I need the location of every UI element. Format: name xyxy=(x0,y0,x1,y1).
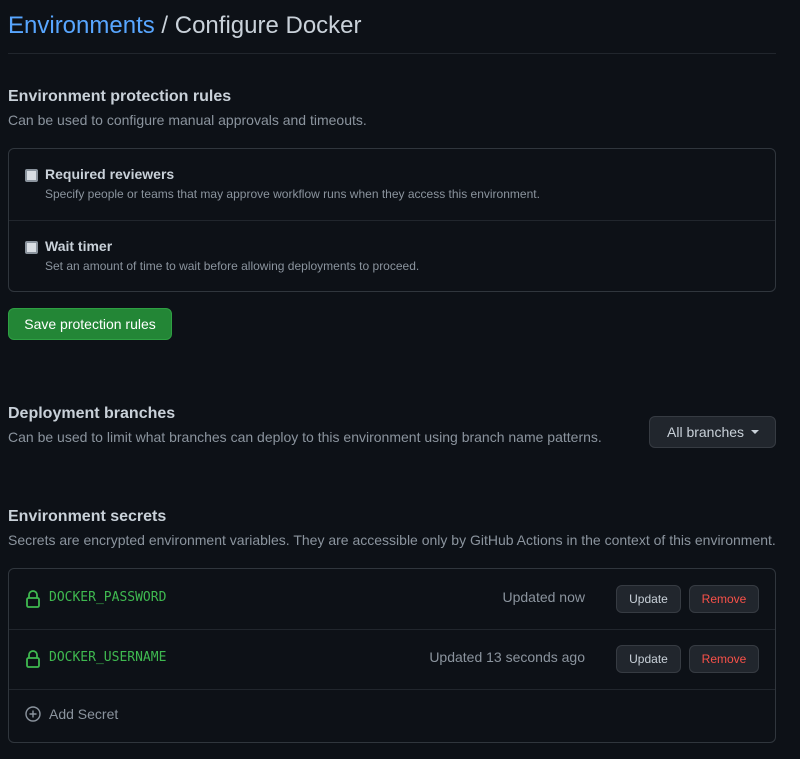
plus-circle-icon xyxy=(25,706,41,722)
add-secret-label: Add Secret xyxy=(49,706,119,722)
protection-rules-box: Required reviewers Specify people or tea… xyxy=(8,148,776,292)
deployment-branches-selected: All branches xyxy=(667,424,745,440)
environment-secrets-description: Secrets are encrypted environment variab… xyxy=(8,532,776,548)
secrets-list: DOCKER_PASSWORD Updated now Update Remov… xyxy=(8,568,776,743)
breadcrumb: Environments / Configure Docker xyxy=(8,10,362,42)
update-secret-button[interactable]: Update xyxy=(616,585,681,613)
page-title: Configure Docker xyxy=(174,12,362,39)
rule-required-reviewers: Required reviewers Specify people or tea… xyxy=(9,149,775,220)
required-reviewers-checkbox[interactable] xyxy=(25,169,38,182)
remove-secret-button[interactable]: Remove xyxy=(689,645,759,673)
deployment-branches-dropdown[interactable]: All branches xyxy=(649,416,776,448)
deployment-branches-heading: Deployment branches xyxy=(8,405,176,422)
configure-environment-page: Environments / Configure Docker Environm… xyxy=(0,0,800,759)
secret-row: DOCKER_USERNAME Updated 13 seconds ago U… xyxy=(9,629,775,690)
protection-rules-heading: Environment protection rules xyxy=(8,88,232,105)
protection-rules-description: Can be used to configure manual approval… xyxy=(8,112,367,128)
breadcrumb-environments-link[interactable]: Environments xyxy=(8,12,155,39)
secret-name: DOCKER_PASSWORD xyxy=(49,590,167,605)
lock-icon xyxy=(26,590,40,608)
breadcrumb-separator: / xyxy=(154,12,175,39)
remove-secret-button[interactable]: Remove xyxy=(689,585,759,613)
required-reviewers-label[interactable]: Required reviewers xyxy=(45,166,174,182)
header-divider xyxy=(8,53,776,54)
triangle-down-icon xyxy=(751,430,759,434)
rule-wait-timer: Wait timer Set an amount of time to wait… xyxy=(9,220,775,292)
secret-name: DOCKER_USERNAME xyxy=(49,650,167,665)
wait-timer-label[interactable]: Wait timer xyxy=(45,238,112,254)
secret-updated-time: Updated now xyxy=(502,589,585,605)
environment-secrets-heading: Environment secrets xyxy=(8,508,167,525)
deployment-branches-description: Can be used to limit what branches can d… xyxy=(8,429,602,445)
update-secret-button[interactable]: Update xyxy=(616,645,681,673)
required-reviewers-description: Specify people or teams that may approve… xyxy=(45,187,540,201)
secret-updated-time: Updated 13 seconds ago xyxy=(429,649,585,665)
add-secret-button[interactable]: Add Secret xyxy=(9,689,775,743)
secret-row: DOCKER_PASSWORD Updated now Update Remov… xyxy=(9,569,775,630)
wait-timer-checkbox[interactable] xyxy=(25,241,38,254)
wait-timer-description: Set an amount of time to wait before all… xyxy=(45,259,420,273)
save-protection-rules-button[interactable]: Save protection rules xyxy=(8,308,172,340)
lock-icon xyxy=(26,650,40,668)
